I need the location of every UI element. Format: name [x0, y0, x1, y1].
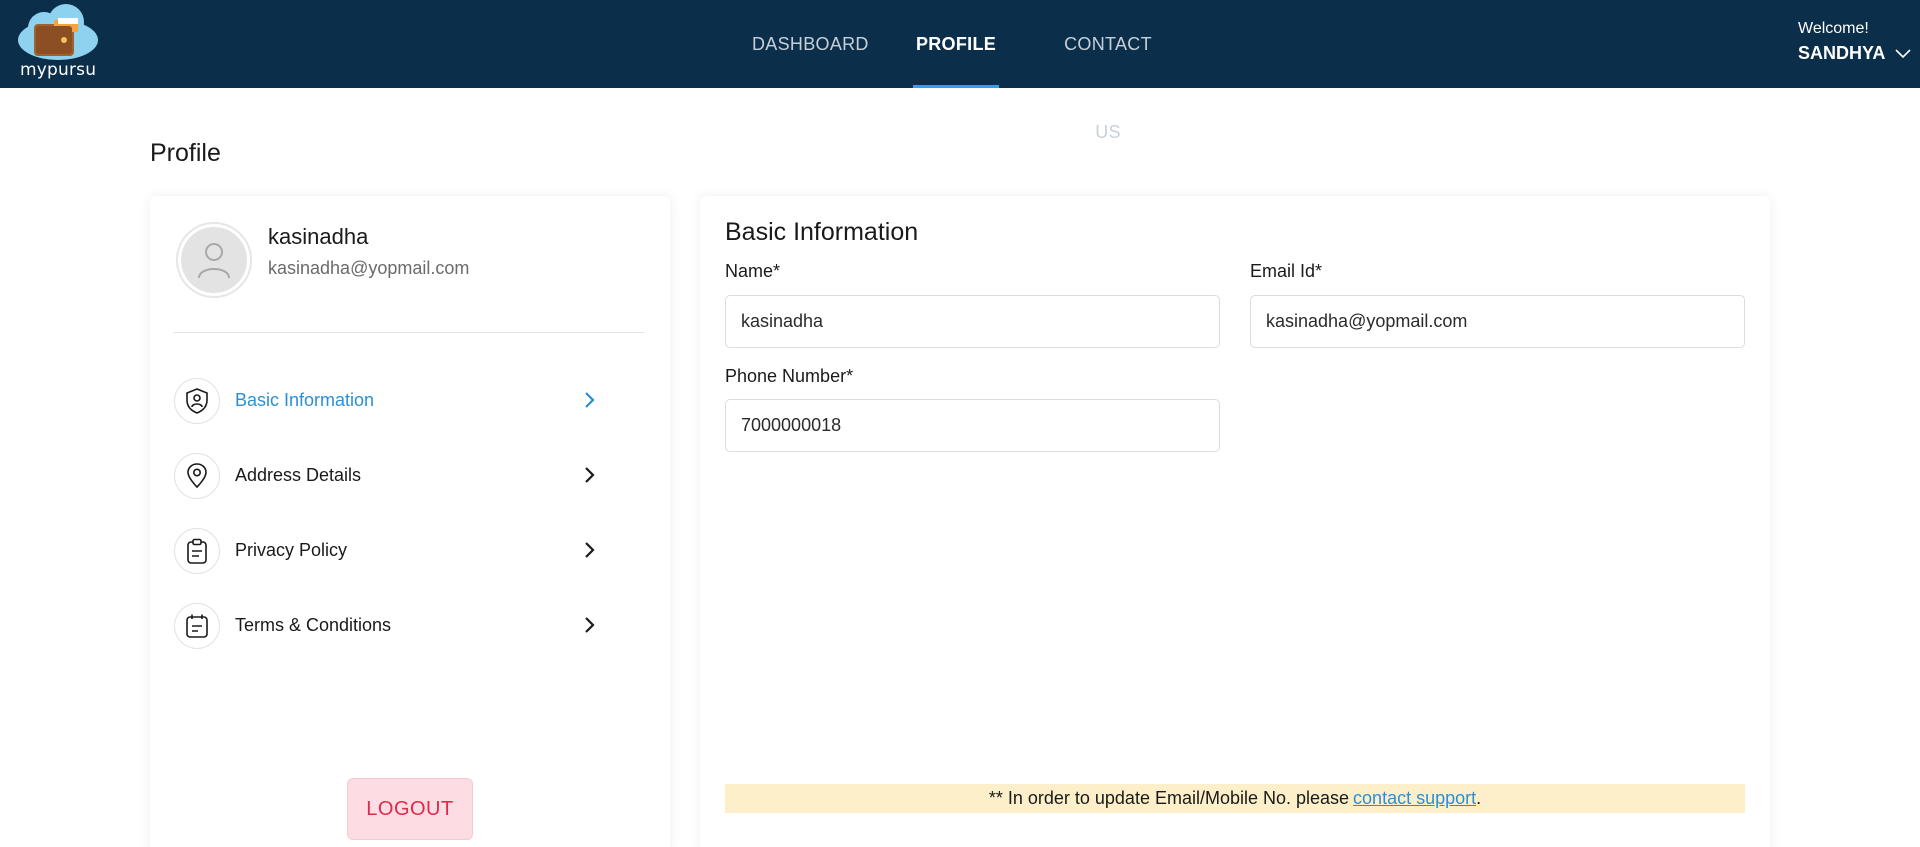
menu-label: Basic Information	[235, 390, 375, 410]
avatar	[176, 222, 252, 298]
phone-field[interactable]	[725, 399, 1220, 452]
menu-label: Address Details	[235, 465, 362, 485]
brand-name: mypursu	[20, 60, 97, 80]
basic-information-card: Basic Information Name* Email Id* Phone …	[700, 196, 1770, 847]
nav-profile[interactable]: PROFILE	[913, 0, 999, 88]
nav-dashboard[interactable]: DASHBOARD	[752, 0, 868, 88]
location-pin-icon	[174, 453, 220, 499]
nav-contact-us[interactable]: CONTACT US	[1051, 0, 1165, 142]
menu-privacy-policy[interactable]: Privacy Policy	[174, 526, 604, 576]
menu-label: Privacy Policy	[235, 540, 348, 560]
user-icon	[198, 243, 230, 279]
email-label: Email Id*	[1250, 261, 1323, 281]
notice-suffix: .	[1476, 788, 1482, 808]
phone-label: Phone Number*	[725, 366, 854, 386]
logout-button[interactable]: LOGOUT	[347, 778, 473, 840]
update-notice: ** In order to update Email/Mobile No. p…	[725, 784, 1745, 813]
divider	[174, 332, 644, 333]
calendar-doc-icon	[174, 603, 220, 649]
chevron-down-icon	[1895, 48, 1911, 58]
welcome-text: Welcome!	[1798, 20, 1869, 37]
menu-terms-conditions[interactable]: Terms & Conditions	[174, 601, 604, 651]
user-shield-icon	[174, 378, 220, 424]
menu-label: Terms & Conditions	[235, 615, 392, 635]
chevron-right-icon	[585, 392, 595, 408]
section-title: Basic Information	[725, 218, 919, 246]
menu-basic-information[interactable]: Basic Information	[174, 376, 604, 426]
chevron-right-icon	[585, 467, 595, 483]
clipboard-icon	[174, 528, 220, 574]
menu-address-details[interactable]: Address Details	[174, 451, 604, 501]
contact-support-link[interactable]: contact support	[1353, 788, 1476, 809]
name-field[interactable]	[725, 295, 1220, 348]
chevron-right-icon	[585, 617, 595, 633]
user-menu[interactable]: SANDHYA	[1798, 43, 1911, 64]
chevron-right-icon	[585, 542, 595, 558]
profile-email: kasinadha@yopmail.com	[268, 258, 470, 278]
top-navbar: mypursu DASHBOARD PROFILE CONTACT US Wel…	[0, 0, 1920, 142]
profile-sidebar-card: kasinadha kasinadha@yopmail.com Basic In…	[150, 196, 670, 847]
active-tab-indicator	[913, 85, 999, 88]
profile-name: kasinadha	[268, 224, 369, 249]
notice-text: ** In order to update Email/Mobile No. p…	[988, 788, 1350, 808]
page-title: Profile	[150, 139, 221, 167]
email-field[interactable]	[1250, 295, 1745, 348]
name-label: Name*	[725, 261, 781, 281]
user-name: SANDHYA	[1798, 43, 1886, 63]
